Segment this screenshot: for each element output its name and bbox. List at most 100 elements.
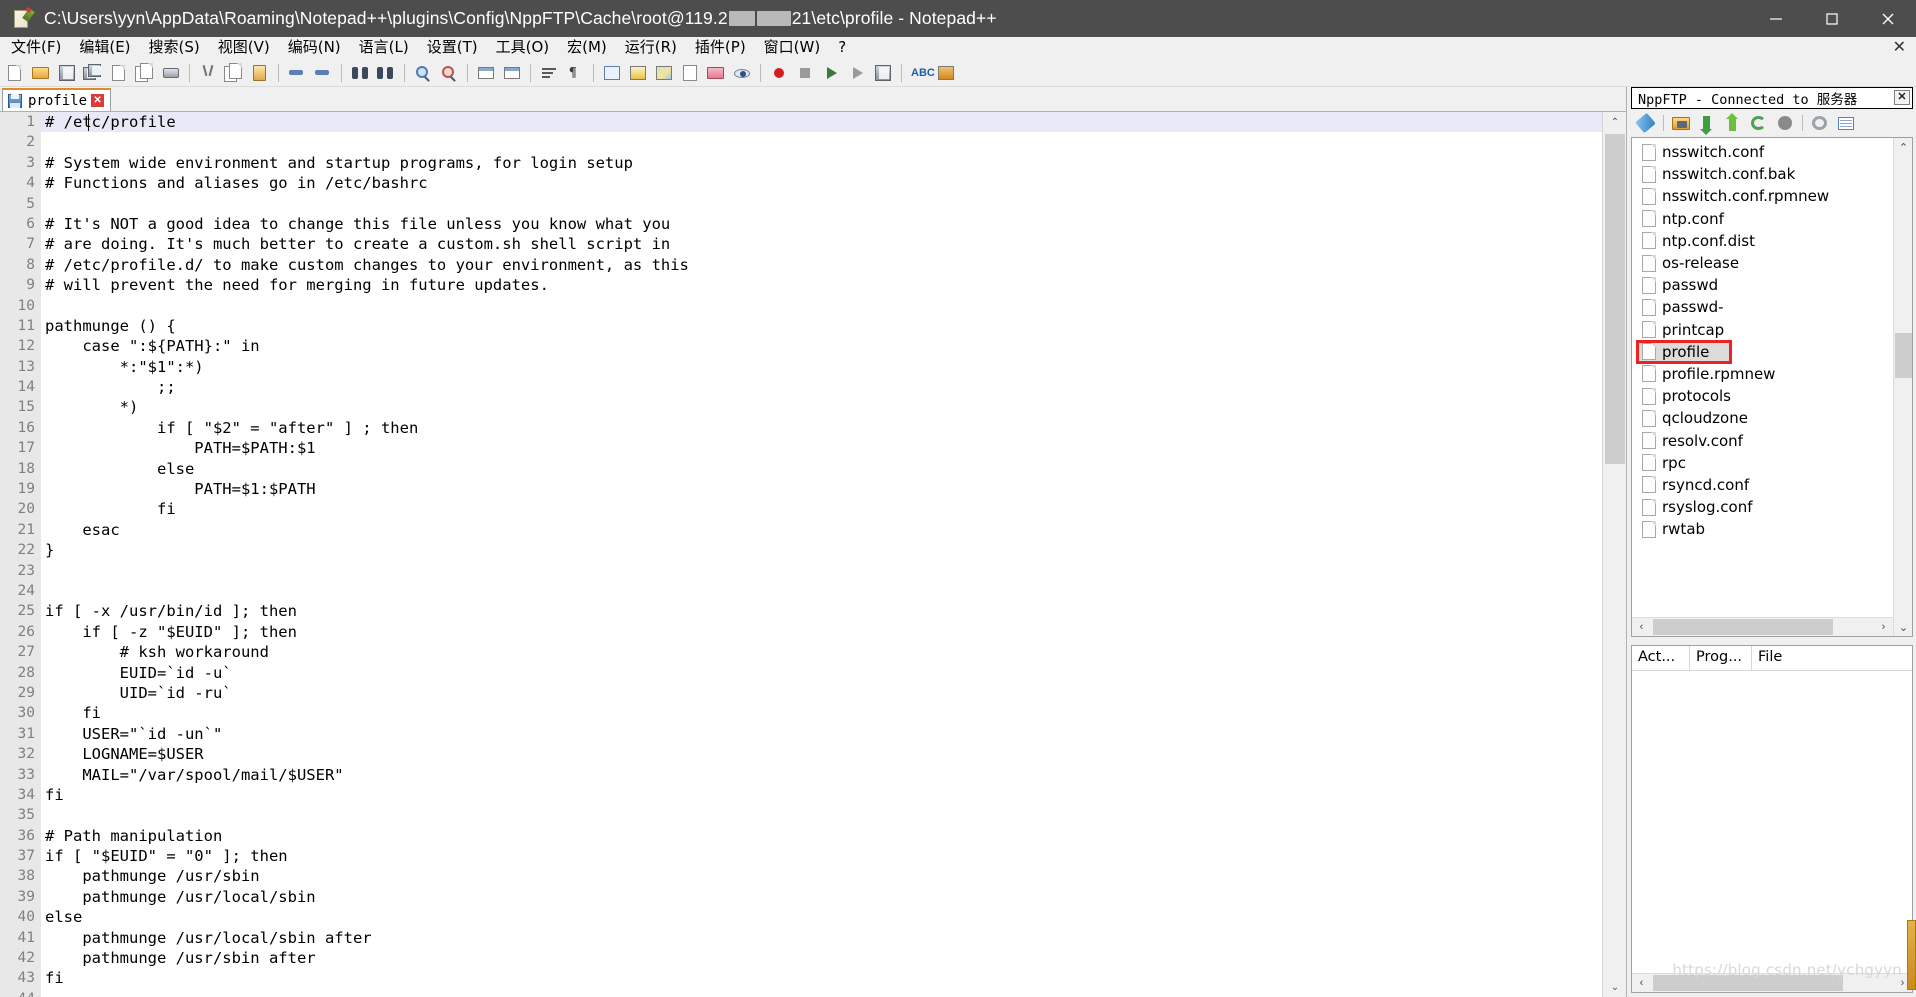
file-row[interactable]: rwtab bbox=[1632, 518, 1892, 540]
queue-column-action[interactable]: Act... bbox=[1632, 646, 1690, 671]
menu-item-search[interactable]: 搜索(S) bbox=[140, 37, 209, 59]
indent-guide-icon[interactable] bbox=[602, 63, 622, 83]
file-row[interactable]: rsyncd.conf bbox=[1632, 474, 1892, 496]
zoom-in-icon[interactable] bbox=[413, 63, 433, 83]
code-line[interactable]: # System wide environment and startup pr… bbox=[41, 153, 1602, 173]
folder-as-workspace-icon[interactable] bbox=[706, 63, 726, 83]
code-line[interactable]: # /etc/profile.d/ to make custom changes… bbox=[41, 255, 1602, 275]
tree-scroll-down-button[interactable]: ⌄ bbox=[1894, 618, 1912, 636]
menu-item-window[interactable]: 窗口(W) bbox=[755, 37, 830, 59]
menu-item-run[interactable]: 运行(R) bbox=[616, 37, 686, 59]
file-row[interactable]: ntp.conf.dist bbox=[1632, 230, 1892, 252]
file-row[interactable]: profile.rpmnew bbox=[1632, 363, 1892, 385]
tree-scroll-up-button[interactable]: ⌃ bbox=[1894, 138, 1912, 156]
file-row[interactable]: ntp.conf bbox=[1632, 208, 1892, 230]
code-line[interactable] bbox=[41, 296, 1602, 316]
queue-column-headers[interactable]: Act... Prog... File bbox=[1632, 646, 1912, 671]
document-map-icon[interactable] bbox=[654, 63, 674, 83]
menu-bar[interactable]: 文件(F) 编辑(E) 搜索(S) 视图(V) 编码(N) 语言(L) 设置(T… bbox=[0, 37, 1916, 60]
tree-scroll-left-button[interactable]: ‹ bbox=[1632, 618, 1651, 636]
code-line[interactable]: MAIL="/var/spool/mail/$USER" bbox=[41, 765, 1602, 785]
code-line[interactable]: esac bbox=[41, 520, 1602, 540]
code-line[interactable]: if [ "$EUID" = "0" ]; then bbox=[41, 846, 1602, 866]
sync-horizontal-scroll-icon[interactable] bbox=[502, 63, 522, 83]
code-line[interactable]: else bbox=[41, 907, 1602, 927]
file-row[interactable]: rsyslog.conf bbox=[1632, 496, 1892, 518]
code-line[interactable]: LOGNAME=$USER bbox=[41, 744, 1602, 764]
code-line[interactable]: # will prevent the need for merging in f… bbox=[41, 275, 1602, 295]
menu-item-encoding[interactable]: 编码(N) bbox=[279, 37, 350, 59]
editor-scroll-down-button[interactable]: ⌄ bbox=[1603, 977, 1626, 997]
minimize-button[interactable] bbox=[1748, 0, 1804, 37]
window-controls[interactable] bbox=[1748, 0, 1916, 37]
open-file-icon[interactable] bbox=[31, 63, 51, 83]
file-row[interactable]: qcloudzone bbox=[1632, 407, 1892, 429]
code-line[interactable]: pathmunge /usr/local/sbin after bbox=[41, 928, 1602, 948]
menu-item-settings[interactable]: 设置(T) bbox=[418, 37, 487, 59]
file-row[interactable]: os-release bbox=[1632, 252, 1892, 274]
word-wrap-icon[interactable] bbox=[539, 63, 559, 83]
document-tab-bar[interactable]: profile ✕ bbox=[0, 87, 1626, 111]
file-row-selected[interactable]: profile bbox=[1632, 341, 1892, 363]
nppftp-file-list[interactable]: nsswitch.conf nsswitch.conf.bak nsswitch.c… bbox=[1632, 141, 1892, 540]
save-icon[interactable] bbox=[57, 63, 77, 83]
code-editor[interactable]: 1 2 3 4 5 6 7 8 9 10 11 12 13 14 15 16 17 18 19 20 21 22 23 24 2… bbox=[0, 111, 1626, 997]
copy-icon[interactable] bbox=[224, 63, 244, 83]
editor-vertical-scrollbar[interactable]: ⌃ ⌄ bbox=[1602, 112, 1626, 997]
code-line[interactable]: # It's NOT a good idea to change this fi… bbox=[41, 214, 1602, 234]
close-all-icon[interactable] bbox=[135, 63, 155, 83]
maximize-button[interactable] bbox=[1804, 0, 1860, 37]
file-row[interactable]: nsswitch.conf.rpmnew bbox=[1632, 185, 1892, 207]
function-list-icon[interactable] bbox=[680, 63, 700, 83]
menu-item-plugins[interactable]: 插件(P) bbox=[686, 37, 755, 59]
code-line[interactable]: pathmunge /usr/sbin after bbox=[41, 948, 1602, 968]
code-line[interactable]: # Functions and aliases go in /etc/bashr… bbox=[41, 173, 1602, 193]
code-line[interactable]: pathmunge /usr/sbin bbox=[41, 866, 1602, 886]
tree-scroll-thumb[interactable] bbox=[1895, 333, 1912, 378]
code-line[interactable]: } bbox=[41, 540, 1602, 560]
nppftp-toolbar[interactable] bbox=[1631, 111, 1913, 135]
find-icon[interactable] bbox=[350, 63, 370, 83]
redo-icon[interactable] bbox=[313, 63, 333, 83]
playback-macro-icon[interactable] bbox=[821, 63, 841, 83]
file-row[interactable]: printcap bbox=[1632, 319, 1892, 341]
file-row[interactable]: passwd bbox=[1632, 274, 1892, 296]
queue-hscroll-thumb[interactable] bbox=[1653, 975, 1843, 991]
code-line[interactable] bbox=[41, 132, 1602, 152]
code-line[interactable]: USER="`id -un`" bbox=[41, 724, 1602, 744]
nppftp-transfer-queue[interactable]: Act... Prog... File ‹ › bbox=[1631, 645, 1913, 993]
code-line[interactable]: # are doing. It's much better to create … bbox=[41, 234, 1602, 254]
code-line[interactable]: case ":${PATH}:" in bbox=[41, 336, 1602, 356]
file-row[interactable]: protocols bbox=[1632, 385, 1892, 407]
cut-icon[interactable] bbox=[198, 63, 218, 83]
file-row[interactable]: rpc bbox=[1632, 452, 1892, 474]
code-line[interactable]: # ksh workaround bbox=[41, 642, 1602, 662]
code-line[interactable]: fi bbox=[41, 785, 1602, 805]
print-icon[interactable] bbox=[161, 63, 181, 83]
code-line[interactable]: if [ "$2" = "after" ] ; then bbox=[41, 418, 1602, 438]
queue-column-progress[interactable]: Prog... bbox=[1690, 646, 1752, 671]
save-all-icon[interactable] bbox=[83, 63, 103, 83]
nppftp-tree-vertical-scrollbar[interactable]: ⌃ ⌄ bbox=[1893, 138, 1912, 636]
refresh-icon[interactable] bbox=[1748, 113, 1770, 133]
settings-gear-icon[interactable] bbox=[1809, 113, 1831, 133]
download-icon[interactable] bbox=[1696, 113, 1718, 135]
menu-item-file[interactable]: 文件(F) bbox=[2, 37, 70, 59]
tab-profile[interactable]: profile ✕ bbox=[2, 88, 112, 111]
zoom-out-icon[interactable] bbox=[439, 63, 459, 83]
code-line[interactable]: *) bbox=[41, 397, 1602, 417]
code-line[interactable] bbox=[41, 989, 1602, 997]
code-line[interactable]: else bbox=[41, 459, 1602, 479]
new-file-icon[interactable] bbox=[5, 63, 25, 83]
tab-close-icon[interactable]: ✕ bbox=[91, 94, 105, 107]
nppftp-file-tree[interactable]: nsswitch.conf nsswitch.conf.bak nsswitch.c… bbox=[1631, 137, 1913, 637]
code-line[interactable]: ;; bbox=[41, 377, 1602, 397]
save-macro-icon[interactable] bbox=[873, 63, 893, 83]
code-line[interactable] bbox=[41, 805, 1602, 825]
code-line[interactable]: PATH=$PATH:$1 bbox=[41, 438, 1602, 458]
run-macro-multiple-icon[interactable] bbox=[847, 63, 867, 83]
upload-icon[interactable] bbox=[1722, 113, 1744, 133]
code-text-area[interactable]: # /etc/profile # System wide environment … bbox=[41, 112, 1602, 997]
main-toolbar[interactable]: ¶ ABC bbox=[0, 60, 1916, 87]
menu-item-edit[interactable]: 编辑(E) bbox=[70, 37, 139, 59]
